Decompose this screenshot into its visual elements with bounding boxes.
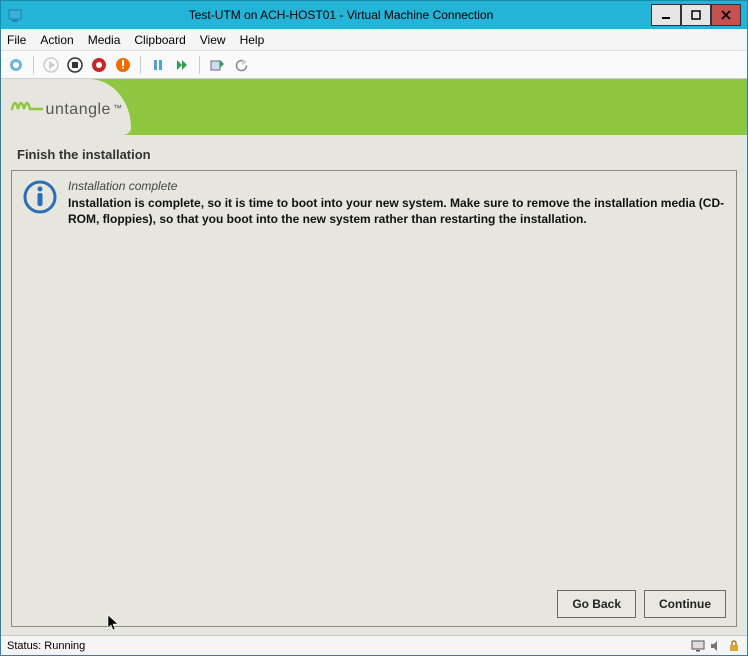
message-header: Installation complete <box>68 179 726 193</box>
go-back-button[interactable]: Go Back <box>557 590 636 618</box>
save-icon[interactable] <box>114 56 132 74</box>
minimize-button[interactable] <box>651 4 681 26</box>
menu-help[interactable]: Help <box>240 33 265 47</box>
pause-icon[interactable] <box>149 56 167 74</box>
section-title: Finish the installation <box>1 135 747 170</box>
menu-view[interactable]: View <box>200 33 226 47</box>
info-icon <box>22 179 58 215</box>
menu-action[interactable]: Action <box>40 33 73 47</box>
message-body: Installation is complete, so it is time … <box>68 195 726 227</box>
brand-banner: untangle™ <box>1 79 747 135</box>
menu-media[interactable]: Media <box>88 33 121 47</box>
toolbar-separator <box>199 56 200 74</box>
vm-connection-window: Test-UTM on ACH-HOST01 - Virtual Machine… <box>0 0 748 656</box>
message-text: Installation complete Installation is co… <box>68 179 726 227</box>
footer-buttons: Go Back Continue <box>557 590 726 618</box>
app-icon <box>7 7 23 23</box>
message-row: Installation complete Installation is co… <box>12 171 736 233</box>
display-icon <box>691 639 705 653</box>
speaker-icon <box>709 639 723 653</box>
lock-icon <box>727 639 741 653</box>
ctrl-alt-del-icon[interactable] <box>7 56 25 74</box>
statusbar: Status: Running <box>1 635 747 655</box>
logo-wave-icon <box>10 95 44 119</box>
status-text: Status: Running <box>7 640 85 652</box>
titlebar: Test-UTM on ACH-HOST01 - Virtual Machine… <box>1 1 747 29</box>
toolbar-separator <box>140 56 141 74</box>
maximize-button[interactable] <box>681 4 711 26</box>
shutdown-icon[interactable] <box>90 56 108 74</box>
untangle-logo: untangle™ <box>10 95 123 119</box>
mouse-cursor-icon <box>107 614 121 635</box>
close-button[interactable] <box>711 4 741 26</box>
start-icon[interactable] <box>42 56 60 74</box>
window-buttons <box>651 4 741 26</box>
menubar: File Action Media Clipboard View Help <box>1 29 747 51</box>
toolbar <box>1 51 747 79</box>
brand-name: untangle <box>46 101 111 119</box>
installer-panel: Installation complete Installation is co… <box>11 170 737 627</box>
revert-icon[interactable] <box>232 56 250 74</box>
brand-logo-container: untangle™ <box>1 79 131 135</box>
vm-display-area: untangle™ Finish the installation Instal… <box>1 79 747 635</box>
checkpoint-icon[interactable] <box>208 56 226 74</box>
continue-button[interactable]: Continue <box>644 590 726 618</box>
turnoff-icon[interactable] <box>66 56 84 74</box>
menu-clipboard[interactable]: Clipboard <box>134 33 185 47</box>
menu-file[interactable]: File <box>7 33 26 47</box>
window-title: Test-UTM on ACH-HOST01 - Virtual Machine… <box>31 8 651 22</box>
toolbar-separator <box>33 56 34 74</box>
status-icons <box>691 639 741 653</box>
reset-icon[interactable] <box>173 56 191 74</box>
